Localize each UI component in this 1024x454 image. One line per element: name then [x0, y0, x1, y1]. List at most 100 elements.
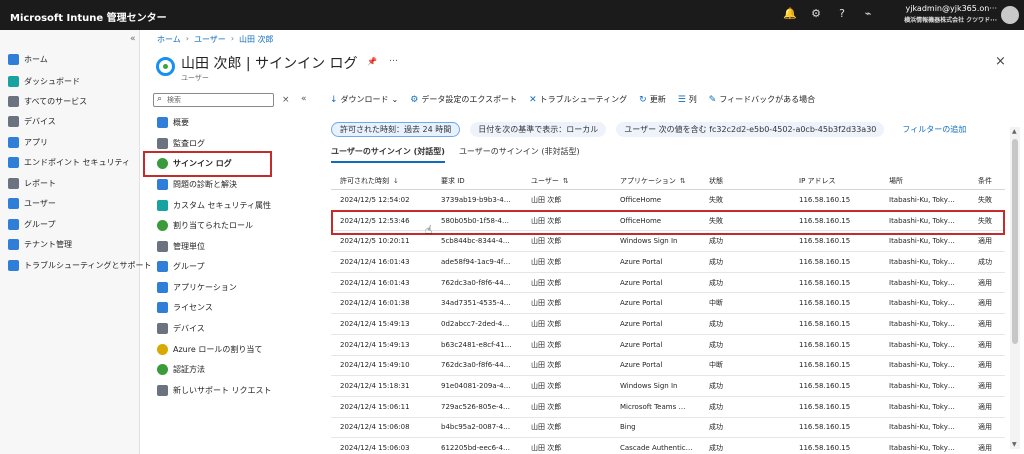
- table-row[interactable]: 2024/12/4 15:06:08 b4bc95a2-0087-4… 山田 次郎 B…: [331, 418, 1005, 439]
- help-icon[interactable]: ?: [834, 7, 850, 23]
- table-cell: 3739ab19-b9b3-4…: [441, 195, 511, 204]
- download-button[interactable]: ↓ ダウンロード ⌄: [330, 94, 398, 105]
- breadcrumb-user[interactable]: 山田 次郎: [239, 34, 274, 45]
- table-cell: 116.58.160.15: [799, 340, 851, 349]
- scroll-up-icon[interactable]: ▲: [1012, 128, 1017, 135]
- time-filter[interactable]: 許可された時刻：過去 24 時間: [331, 122, 461, 137]
- sidebar-item-reports[interactable]: レポート: [8, 174, 56, 192]
- breadcrumb-separator-icon: ›: [185, 34, 189, 43]
- column-header-status[interactable]: 状態: [700, 176, 790, 186]
- table-row[interactable]: 2024/12/4 15:18:31 91e04081-209a-4… 山田 次郎 W…: [331, 376, 1005, 397]
- columns-button[interactable]: ☰ 列: [678, 94, 697, 105]
- export-button[interactable]: ⚙ データ設定のエクスポート: [410, 94, 517, 105]
- subnav-item-licenses[interactable]: ライセンス: [157, 298, 213, 316]
- subnav-item-auth-methods[interactable]: 認証方法: [157, 360, 205, 378]
- breadcrumb: ホーム › ユーザー › 山田 次郎: [157, 34, 274, 45]
- subnav-item-diagnose[interactable]: 問題の診断と解決: [157, 175, 237, 193]
- table-row[interactable]: 2024/12/4 16:01:43 762dc3a0-f8f6-44… 山田 次郎…: [331, 273, 1005, 294]
- table-cell: 成功: [978, 257, 992, 266]
- table-row[interactable]: 2024/12/4 15:06:03 612205bd-eec6-4… 山田 次郎 C…: [331, 438, 1005, 454]
- table-row[interactable]: 2024/12/4 15:06:11 729ac526-805e-4… 山田 次郎 M…: [331, 397, 1005, 418]
- auth-methods-icon: [157, 363, 168, 375]
- feedback-button[interactable]: ✎ フィードバックがある場合: [709, 94, 815, 105]
- sidebar-item-troubleshoot[interactable]: トラブルシューティングとサポート: [8, 256, 152, 274]
- app-title[interactable]: Microsoft Intune 管理センター: [10, 9, 167, 24]
- table-row[interactable]: 2024/12/4 15:49:13 0d2abcc7-2ded-4… 山田 次郎 A…: [331, 314, 1005, 335]
- settings-icon[interactable]: ⚙: [808, 7, 824, 23]
- account-info[interactable]: yjkadmin@yjk365.on··· 横浜情報機器株式会社 クツワド···: [893, 4, 997, 24]
- search-input[interactable]: 検索: [153, 93, 274, 107]
- subnav-item-devices[interactable]: デバイス: [157, 319, 205, 337]
- column-header-location[interactable]: 場所: [880, 176, 969, 186]
- search-clear-icon[interactable]: ×: [282, 95, 290, 105]
- subnav-item-azure-roles[interactable]: Azure ロールの割り当て: [157, 340, 262, 358]
- sidebar-item-devices[interactable]: デバイス: [8, 112, 56, 130]
- table-cell: 2024/12/4 16:01:43: [340, 257, 410, 266]
- filter-bar: 許可された時刻：過去 24 時間 日付を次の基準で表示：ローカル ユーザー 次の…: [331, 122, 974, 137]
- subnav-item-person[interactable]: 概要: [157, 113, 189, 131]
- table-cell: 成功: [709, 402, 723, 411]
- subnav-item-support[interactable]: 新しいサポート リクエスト: [157, 381, 272, 399]
- subnav-item-label: アプリケーション: [173, 282, 237, 292]
- column-header-application[interactable]: アプリケーション ⇅: [611, 176, 700, 186]
- scroll-down-icon[interactable]: ▼: [1012, 441, 1017, 448]
- refresh-button[interactable]: ↻ 更新: [639, 94, 666, 105]
- table-row[interactable]: 2024/12/4 15:49:13 b63c2481-e8cf-41… 山田 次郎…: [331, 335, 1005, 356]
- pin-icon[interactable]: 📌: [367, 57, 377, 66]
- column-header-time[interactable]: 許可された時刻 ↓: [331, 176, 432, 186]
- scrollbar-thumb[interactable]: [1012, 139, 1018, 344]
- security-attributes-icon: [157, 199, 168, 211]
- sidebar-item-shield[interactable]: エンドポイント セキュリティ: [8, 153, 130, 171]
- column-header-request-id[interactable]: 要求 ID: [432, 176, 522, 186]
- table-cell: 成功: [709, 340, 723, 349]
- table-cell: 729ac526-805e-4…: [441, 402, 511, 411]
- scrollbar[interactable]: ▲ ▼: [1010, 127, 1020, 449]
- notifications-icon[interactable]: 🔔: [782, 7, 798, 23]
- sidebar-item-label: ダッシュボード: [24, 76, 80, 86]
- table-row[interactable]: 2024/12/4 15:49:10 762dc3a0-f8f6-44… 山田 次郎…: [331, 356, 1005, 377]
- table-cell: b63c2481-e8cf-41…: [441, 340, 512, 349]
- more-options-icon[interactable]: …: [389, 54, 398, 64]
- account-org: 横浜情報機器株式会社 クツワド···: [904, 17, 997, 24]
- table-row[interactable]: 2024/12/4 16:01:43 ade58f94-1ac9-4f… 山田 次郎…: [331, 252, 1005, 273]
- breadcrumb-users[interactable]: ユーザー: [194, 34, 226, 45]
- add-filter-button[interactable]: フィルターの追加: [894, 122, 974, 137]
- sidebar-item-home[interactable]: ホーム: [8, 50, 48, 68]
- tab-interactive[interactable]: ユーザーのサインイン (対話型): [331, 146, 445, 163]
- table-row[interactable]: 2024/12/5 12:54:02 3739ab19-b9b3-4… 山田 次郎 O…: [331, 190, 1005, 211]
- sidebar-item-groups[interactable]: グループ: [8, 215, 56, 233]
- table-cell: Itabashi-Ku, Toky…: [889, 257, 955, 266]
- collapse-nav-icon[interactable]: «: [130, 34, 136, 44]
- troubleshoot-button[interactable]: ✕ トラブルシューティング: [529, 94, 627, 105]
- sidebar-item-all-services[interactable]: すべてのサービス: [8, 92, 87, 110]
- sidebar-item-users[interactable]: ユーザー: [8, 194, 56, 212]
- date-basis-filter[interactable]: 日付を次の基準で表示：ローカル: [470, 122, 607, 137]
- gear-icon: ⚙: [410, 94, 419, 105]
- user-filter[interactable]: ユーザー 次の値を含む fc32c2d2-e5b0-4502-a0cb-45b3…: [616, 122, 885, 137]
- close-icon[interactable]: ×: [995, 54, 1006, 69]
- table-cell: 116.58.160.15: [799, 278, 851, 287]
- table-cell: 山田 次郎: [531, 402, 562, 411]
- tab-noninteractive[interactable]: ユーザーのサインイン (非対話型): [459, 146, 580, 163]
- column-header-user[interactable]: ユーザー ⇅: [522, 176, 611, 186]
- subnav-item-audit-log[interactable]: 監査ログ: [157, 134, 205, 152]
- subnav-item-admin-units[interactable]: 管理単位: [157, 237, 205, 255]
- table-cell: Azure Portal: [620, 340, 663, 349]
- sidebar-item-dashboard[interactable]: ダッシュボード: [8, 72, 80, 90]
- column-header-ip[interactable]: IP アドレス: [790, 176, 880, 186]
- feedback-icon: ✎: [708, 94, 717, 105]
- avatar[interactable]: [1001, 6, 1019, 24]
- subnav-item-groups[interactable]: グループ: [157, 257, 205, 275]
- sidebar-item-apps[interactable]: アプリ: [8, 133, 48, 151]
- feedback-icon[interactable]: ⌁: [860, 7, 876, 23]
- table-row[interactable]: 2024/12/4 16:01:38 34ad7351-4535-4… 山田 次郎 A…: [331, 293, 1005, 315]
- table-cell: Bing: [620, 423, 636, 432]
- breadcrumb-home[interactable]: ホーム: [157, 34, 181, 45]
- subnav-item-applications[interactable]: アプリケーション: [157, 278, 237, 296]
- subnav-item-security-attributes[interactable]: カスタム セキュリティ属性: [157, 196, 271, 214]
- column-header-condition[interactable]: 条件: [969, 176, 1005, 186]
- collapse-subnav-icon[interactable]: «: [301, 94, 307, 104]
- subnav-item-roles[interactable]: 割り当てられたロール: [157, 216, 253, 234]
- all-services-icon: [8, 95, 19, 107]
- sidebar-item-tenant[interactable]: テナント管理: [8, 235, 72, 253]
